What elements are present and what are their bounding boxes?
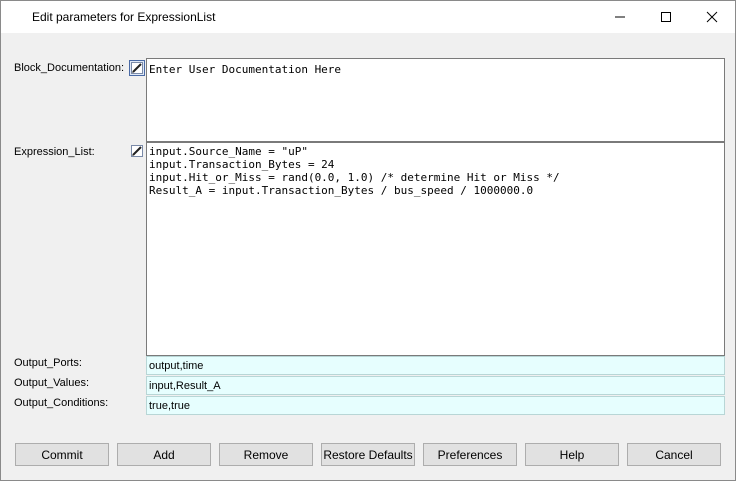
remove-button[interactable]: Remove [219,443,313,466]
expression-line: Result_A = input.Transaction_Bytes / bus… [149,184,534,197]
output-values-label: Output_Values: [14,377,90,389]
minimize-icon [615,16,625,18]
cancel-button[interactable]: Cancel [627,443,721,466]
dialog-window: Edit parameters for ExpressionList Block… [0,0,736,481]
help-button[interactable]: Help [525,443,619,466]
block-documentation-label: Block_Documentation: [14,62,125,74]
add-button[interactable]: Add [117,443,211,466]
window-title: Edit parameters for ExpressionList [32,10,216,24]
output-conditions-field[interactable]: true,true [146,396,725,415]
edit-pencil-icon [129,60,145,76]
edit-pencil-icon [131,145,143,157]
restore-defaults-button[interactable]: Restore Defaults [321,443,415,466]
output-values-field[interactable]: input,Result_A [146,376,725,395]
minimize-button[interactable] [597,1,643,33]
commit-button[interactable]: Commit [15,443,109,466]
close-icon [706,11,718,23]
close-button[interactable] [689,1,735,33]
maximize-icon [661,12,671,22]
preferences-button[interactable]: Preferences [423,443,517,466]
expression-line: input.Transaction_Bytes = 24 [149,158,335,171]
output-ports-field[interactable]: output,time [146,356,725,375]
expression-line: input.Source_Name = "uP" [149,145,308,158]
title-bar[interactable]: Edit parameters for ExpressionList [1,1,735,33]
expression-list-textarea[interactable]: input.Source_Name = "uP" input.Transacti… [146,142,725,356]
block-documentation-textarea[interactable]: Enter User Documentation Here [146,58,725,142]
expression-list-label: Expression_List: [14,146,95,158]
edit-expression-list-button[interactable] [129,143,145,159]
output-ports-label: Output_Ports: [14,357,82,369]
expression-line: input.Hit_or_Miss = rand(0.0, 1.0) /* de… [149,171,560,184]
documentation-text: Enter User Documentation Here [149,63,342,76]
maximize-button[interactable] [643,1,689,33]
edit-documentation-button[interactable] [129,60,145,76]
output-conditions-label: Output_Conditions: [14,397,109,409]
